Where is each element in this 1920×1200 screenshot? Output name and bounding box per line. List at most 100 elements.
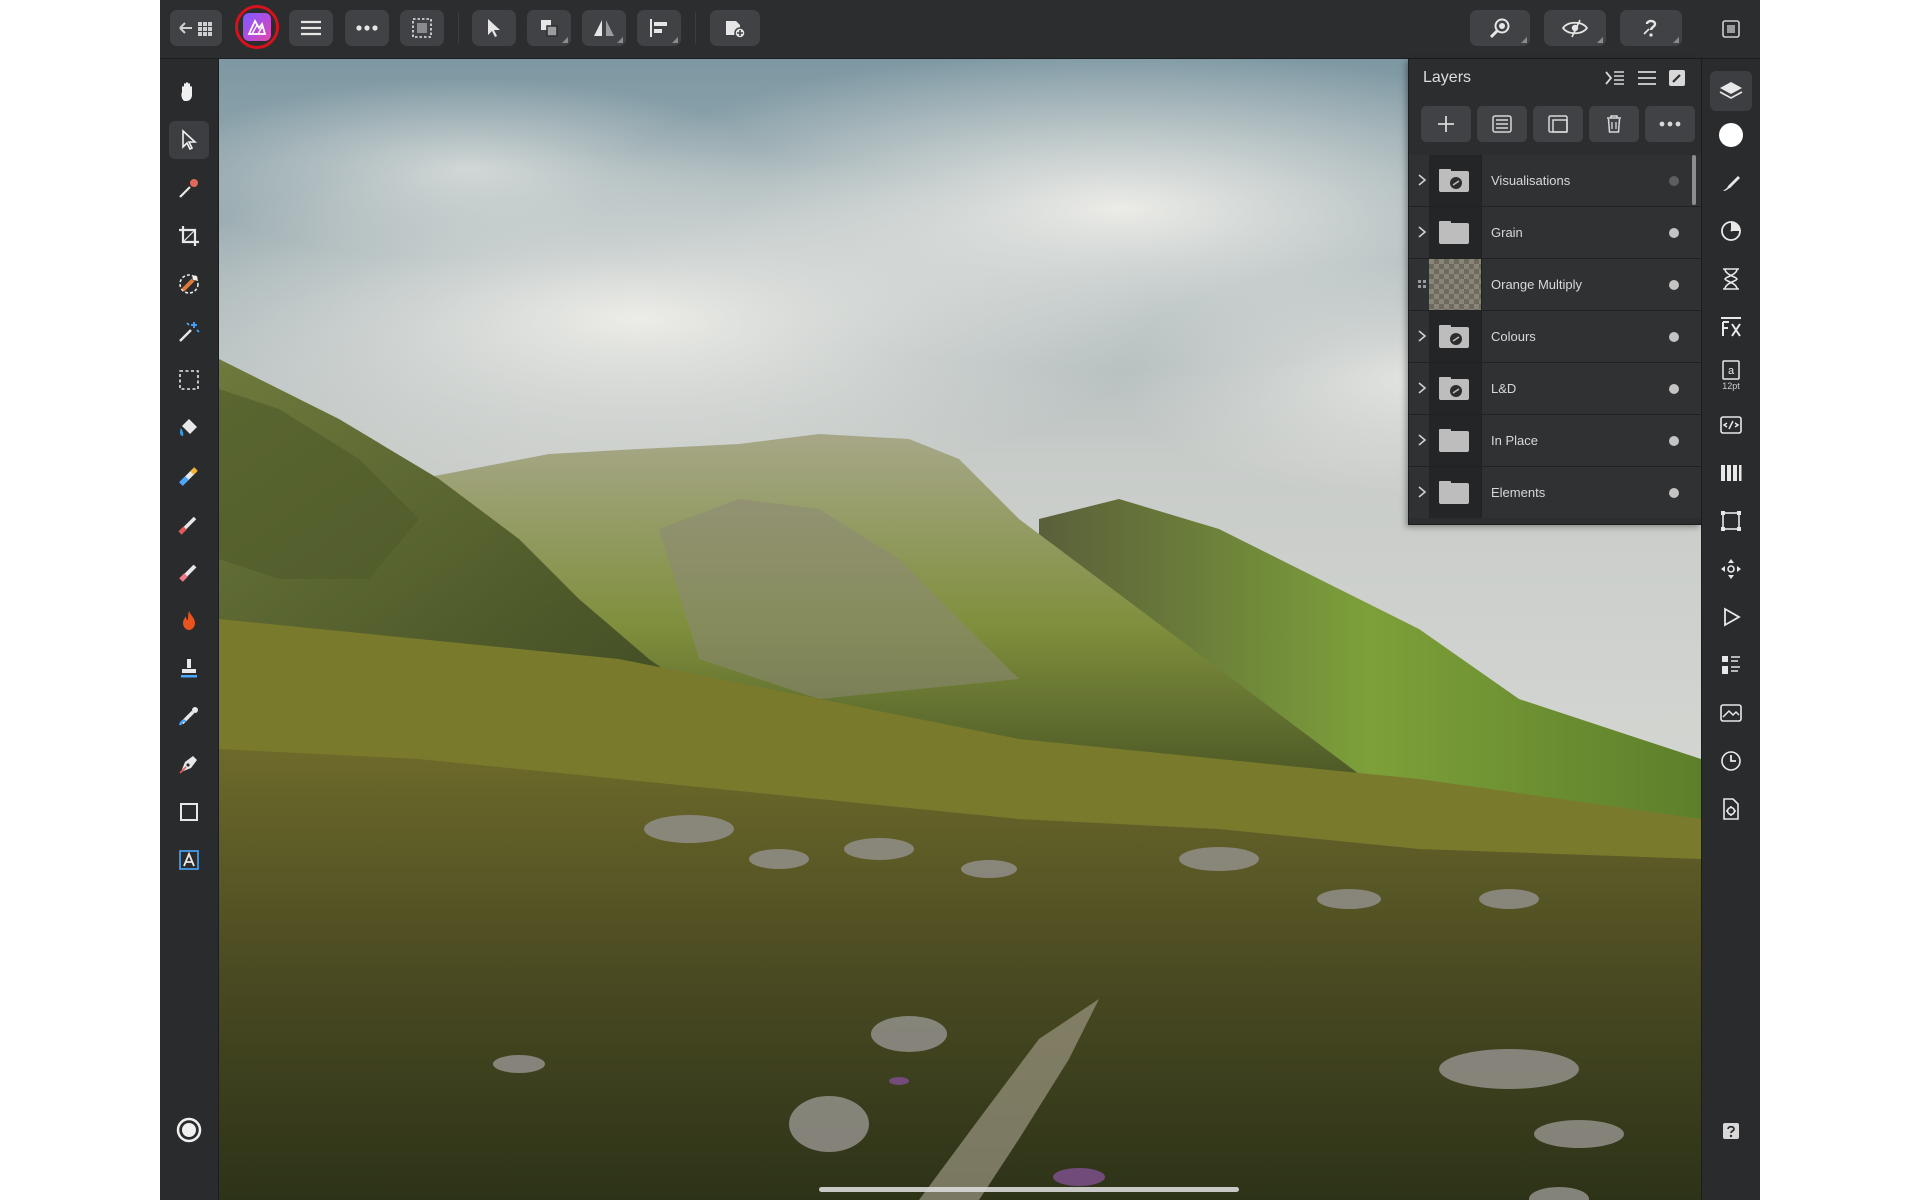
collapse-panel-button[interactable] [1603,67,1627,89]
marquee-tool[interactable] [169,361,209,399]
layers-panel-title: Layers [1423,69,1472,86]
macro-icon [1720,416,1742,434]
brushes-studio-button[interactable] [1710,163,1752,203]
history-clock-studio-button[interactable] [1710,741,1752,781]
zoom-icon [1489,18,1510,39]
history-studio-button[interactable] [1710,259,1752,299]
effects-studio-button[interactable] [1710,307,1752,347]
add-image-button[interactable] [710,10,760,46]
visibility-toggle[interactable] [1669,332,1679,342]
photo-persona-button[interactable] [243,13,271,41]
layer-row[interactable]: Visualisations [1409,155,1701,207]
layer-row[interactable]: Colours [1409,311,1701,363]
layers-studio-button[interactable] [1710,71,1752,111]
plus-icon [1438,116,1454,132]
layer-row[interactable]: In Place [1409,415,1701,467]
color-studio-button[interactable] [1710,115,1752,155]
drag-handle-icon[interactable] [1415,276,1429,292]
view-quality-button[interactable] [1544,10,1606,46]
back-to-documents-button[interactable] [170,10,222,46]
help-button[interactable] [1620,10,1682,46]
library-studio-button[interactable] [1710,645,1752,685]
arrange-button[interactable] [527,10,571,46]
flood-fill-tool[interactable] [169,409,209,447]
adjustments-studio-button[interactable] [1710,211,1752,251]
layer-name: Orange Multiply [1491,277,1583,292]
color-selector[interactable] [169,1111,209,1149]
rectangle-tool[interactable] [169,793,209,831]
pen-tool[interactable] [169,745,209,783]
paint-brush-icon [178,516,197,535]
transform-studio-button[interactable] [1710,501,1752,541]
panel-menu-button[interactable] [1635,67,1659,89]
selection-brush-tool[interactable] [169,265,209,303]
layer-thumbnail [1429,311,1482,362]
add-adjustment-button[interactable] [1477,106,1527,142]
move-button[interactable] [472,10,516,46]
zoom-button[interactable] [1470,10,1530,46]
help-studio-button[interactable] [1710,1111,1752,1151]
visibility-toggle[interactable] [1669,488,1679,498]
layers-scrollbar[interactable] [1692,155,1696,205]
text-size-label: 12pt [1722,381,1740,391]
chevron-right-icon[interactable] [1415,484,1429,500]
visibility-toggle[interactable] [1669,384,1679,394]
move-tool[interactable] [169,121,209,159]
clone-brush-tool[interactable] [169,649,209,687]
visibility-toggle[interactable] [1669,176,1679,186]
clone-stamp-icon [181,659,197,678]
add-group-button[interactable] [1533,106,1583,142]
folder-icon [1439,220,1469,244]
crop-tool[interactable] [169,217,209,255]
chevron-right-icon[interactable] [1415,328,1429,344]
layer-row[interactable]: Orange Multiply [1409,259,1701,311]
hamburger-icon [1638,71,1656,85]
view-quality-icon [1561,19,1589,38]
layer-row[interactable]: Elements [1409,467,1701,518]
more-options-button[interactable] [345,10,389,46]
chevron-right-icon[interactable] [1415,432,1429,448]
channels-studio-button[interactable] [1710,453,1752,493]
navigator-icon [1721,559,1741,579]
layer-more-button[interactable] [1645,106,1695,142]
delete-layer-button[interactable] [1589,106,1639,142]
visibility-toggle[interactable] [1669,436,1679,446]
paint-mixer-icon [179,467,198,486]
magic-wand-icon [179,322,200,342]
persona-photo-icon [247,19,267,35]
add-layer-button[interactable] [1421,106,1471,142]
selection-options-button[interactable] [400,10,444,46]
paint-mixer-tool[interactable] [169,457,209,495]
erase-brush-tool[interactable] [169,553,209,591]
fullscreen-button[interactable] [1720,18,1742,40]
home-indicator [819,1187,1239,1192]
snapshots-studio-button[interactable] [1710,693,1752,733]
document-settings-button[interactable] [1710,789,1752,829]
layer-row[interactable]: Grain [1409,207,1701,259]
burn-brush-tool[interactable] [169,601,209,639]
macros-play-studio-button[interactable] [1710,597,1752,637]
flame-icon [183,611,195,630]
layer-name: Colours [1491,329,1536,344]
chevron-right-icon[interactable] [1415,172,1429,188]
flip-button[interactable] [582,10,626,46]
chevron-right-icon[interactable] [1415,224,1429,240]
navigator-studio-button[interactable] [1710,549,1752,589]
visibility-toggle[interactable] [1669,228,1679,238]
hand-tool[interactable] [169,73,209,111]
color-picker-tool[interactable] [169,169,209,207]
retouch-tool[interactable] [169,697,209,735]
panel-options-button[interactable] [1665,67,1689,89]
artistic-text-tool[interactable] [169,841,209,879]
text-styles-studio-button[interactable]: a 12pt [1710,355,1752,395]
main-menu-button[interactable] [289,10,333,46]
macro-studio-button[interactable] [1710,405,1752,445]
flood-select-tool[interactable] [169,313,209,351]
align-button[interactable] [637,10,681,46]
layer-row[interactable]: L&D [1409,363,1701,415]
channels-icon [1721,465,1742,481]
layers-stack-icon [1719,82,1743,99]
chevron-right-icon[interactable] [1415,380,1429,396]
paint-brush-tool[interactable] [169,505,209,543]
visibility-toggle[interactable] [1669,280,1679,290]
